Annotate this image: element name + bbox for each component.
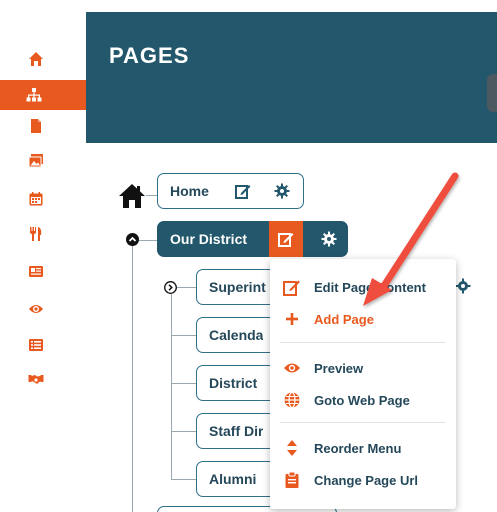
tree-connector (171, 431, 196, 432)
edit-icon (278, 233, 294, 247)
eye-icon (29, 305, 43, 313)
collapse-icon[interactable] (126, 233, 139, 246)
tree-connector-main (132, 245, 133, 512)
gear-icon[interactable] (321, 231, 337, 247)
gear-icon[interactable] (274, 183, 290, 199)
page-title: PAGES (109, 43, 190, 68)
menu-item-preview[interactable]: Preview (270, 356, 456, 380)
menu-item-label: Add Page (314, 311, 374, 327)
eye-icon (284, 363, 300, 373)
edit-icon (283, 280, 300, 296)
edit-button[interactable] (269, 221, 303, 257)
tree-connector (171, 479, 196, 480)
header-side-button[interactable] (487, 74, 497, 112)
tree-connector-children (171, 294, 172, 480)
sidebar-item-documents[interactable] (26, 117, 46, 135)
clipboard-icon (285, 471, 299, 488)
sidebar-item-lists[interactable] (26, 336, 46, 354)
sidebar-item-news[interactable] (26, 262, 46, 280)
tree-node-label: Home (170, 183, 209, 199)
sitemap-icon (26, 88, 42, 102)
calendar-icon (29, 192, 43, 206)
menu-item-goto-web-page[interactable]: Goto Web Page (270, 388, 456, 412)
menu-item-change-page-url[interactable]: Change Page Url (270, 468, 456, 492)
menu-item-edit-page-content[interactable]: Edit Page Content (270, 275, 456, 299)
tree-node-label: Our District (170, 231, 248, 247)
tree-connector (177, 287, 196, 288)
menu-item-label: Preview (314, 360, 364, 376)
file-icon (31, 119, 41, 133)
tree-connector (171, 335, 196, 336)
menu-divider (280, 422, 446, 423)
tree-connector (139, 240, 157, 241)
tree-node-label: Calenda (209, 327, 264, 343)
sort-icon (287, 440, 297, 456)
sidebar-item-gallery[interactable] (26, 152, 46, 170)
sidebar-item-menus[interactable] (26, 225, 46, 243)
home-icon (119, 184, 145, 208)
menu-item-label: Edit Page Content (314, 279, 426, 295)
menu-item-label: Change Page Url (314, 472, 419, 488)
menu-divider (280, 342, 446, 343)
sidebar-item-home[interactable] (26, 50, 46, 68)
sidebar-item-calendar[interactable] (26, 190, 46, 208)
sidebar-item-partners[interactable] (26, 370, 46, 388)
tree-connector (146, 195, 157, 196)
tree-node-label: Superint (209, 279, 266, 295)
tree-node-label: District (209, 375, 258, 391)
page-header: PAGES (86, 12, 497, 143)
sidebar-item-pages[interactable] (0, 80, 86, 110)
tree-node-home[interactable]: Home (157, 173, 304, 209)
list-icon (29, 339, 43, 351)
home-icon (29, 52, 43, 66)
menu-item-reorder-menu[interactable]: Reorder Menu (270, 436, 456, 460)
tree-connector (171, 383, 196, 384)
tree-node-label: Alumni (209, 471, 257, 487)
tree-node-label: Staff Dir (209, 423, 264, 439)
menu-item-label: Reorder Menu (314, 440, 402, 456)
sidebar-item-preview[interactable] (26, 300, 46, 318)
edit-icon[interactable] (235, 183, 251, 199)
menu-item-add-page[interactable]: Add Page (270, 307, 456, 331)
utensils-icon (30, 227, 42, 241)
plus-icon (286, 313, 298, 325)
handshake-icon (28, 375, 44, 384)
context-menu: Edit Page Content Add Page Preview Goto … (270, 259, 456, 509)
menu-item-label: Goto Web Page (314, 392, 410, 408)
globe-icon (284, 391, 300, 409)
image-gallery-icon (28, 154, 43, 168)
expand-icon[interactable] (164, 281, 177, 294)
news-card-icon (29, 266, 43, 277)
sidebar (0, 0, 86, 512)
tree-node-our-district[interactable]: Our District (157, 221, 348, 257)
gear-icon[interactable] (455, 278, 471, 294)
